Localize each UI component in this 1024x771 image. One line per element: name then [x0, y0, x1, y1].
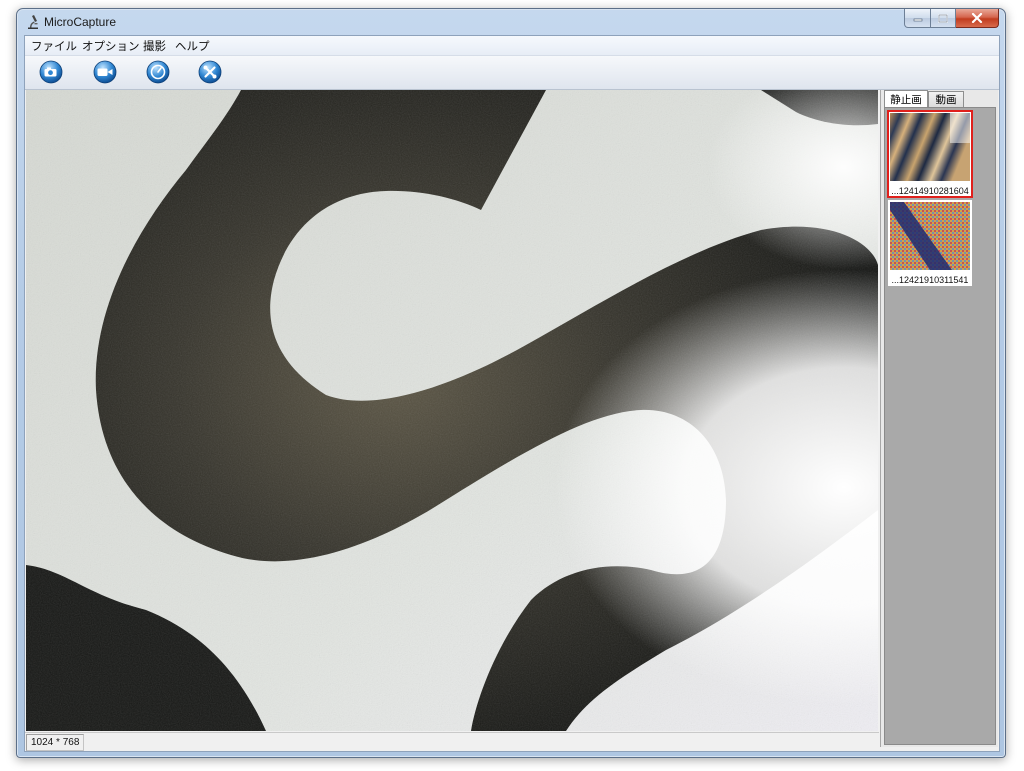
caption-buttons: [904, 9, 999, 28]
window-title: MicroCapture: [44, 15, 117, 29]
preview-image: [26, 90, 878, 731]
microscope-icon: [28, 15, 38, 29]
record-video-button[interactable]: [92, 59, 118, 85]
thumbnail-image: [890, 113, 970, 181]
timer-icon: [146, 60, 170, 84]
thumbnail-list[interactable]: ...12414910281604 ...12421910311541: [884, 107, 996, 745]
client-area: ファイル オプション 撮影 ヘルプ 静止画 動画 ...124149102816…: [24, 35, 1000, 752]
thumbnail-label: ...12421910311541: [891, 275, 969, 285]
status-bar: 1024 * 768: [25, 732, 879, 751]
menu-help[interactable]: ヘルプ: [175, 38, 210, 54]
maximize-icon: [938, 13, 948, 23]
minimize-icon: [913, 18, 922, 22]
snapshot-button[interactable]: [38, 59, 64, 85]
tab-videos[interactable]: 動画: [928, 91, 964, 107]
app-window: MicroCapture ファイル オプション 撮影 ヘルプ 静止画 動画 ..…: [16, 8, 1006, 758]
maximize-button[interactable]: [931, 9, 956, 28]
snapshot-icon: [39, 60, 63, 84]
capture-panel: 静止画 動画 ...12414910281604 ...124219103115…: [880, 90, 998, 747]
menu-file[interactable]: ファイル: [31, 38, 77, 54]
video-record-icon: [93, 60, 117, 84]
thumbnail-label: ...12414910281604: [891, 186, 969, 196]
camera-preview[interactable]: [26, 90, 878, 731]
tab-still-images[interactable]: 静止画: [884, 90, 928, 107]
settings-button[interactable]: [197, 59, 223, 85]
menu-capture[interactable]: 撮影: [143, 38, 166, 54]
toolbar: [25, 56, 999, 90]
resolution-status: 1024 * 768: [26, 734, 85, 751]
close-icon: [971, 13, 983, 23]
close-button[interactable]: [956, 9, 999, 28]
menu-bar: ファイル オプション 撮影 ヘルプ: [25, 36, 999, 56]
thumbnail-item[interactable]: ...12414910281604: [887, 110, 973, 198]
thumbnail-item[interactable]: ...12421910311541: [888, 200, 972, 286]
settings-icon: [198, 60, 222, 84]
title-bar[interactable]: MicroCapture: [17, 9, 1005, 35]
menu-options[interactable]: オプション: [82, 38, 140, 54]
thumbnail-image: [890, 202, 970, 270]
minimize-button[interactable]: [904, 9, 931, 28]
timer-button[interactable]: [145, 59, 171, 85]
